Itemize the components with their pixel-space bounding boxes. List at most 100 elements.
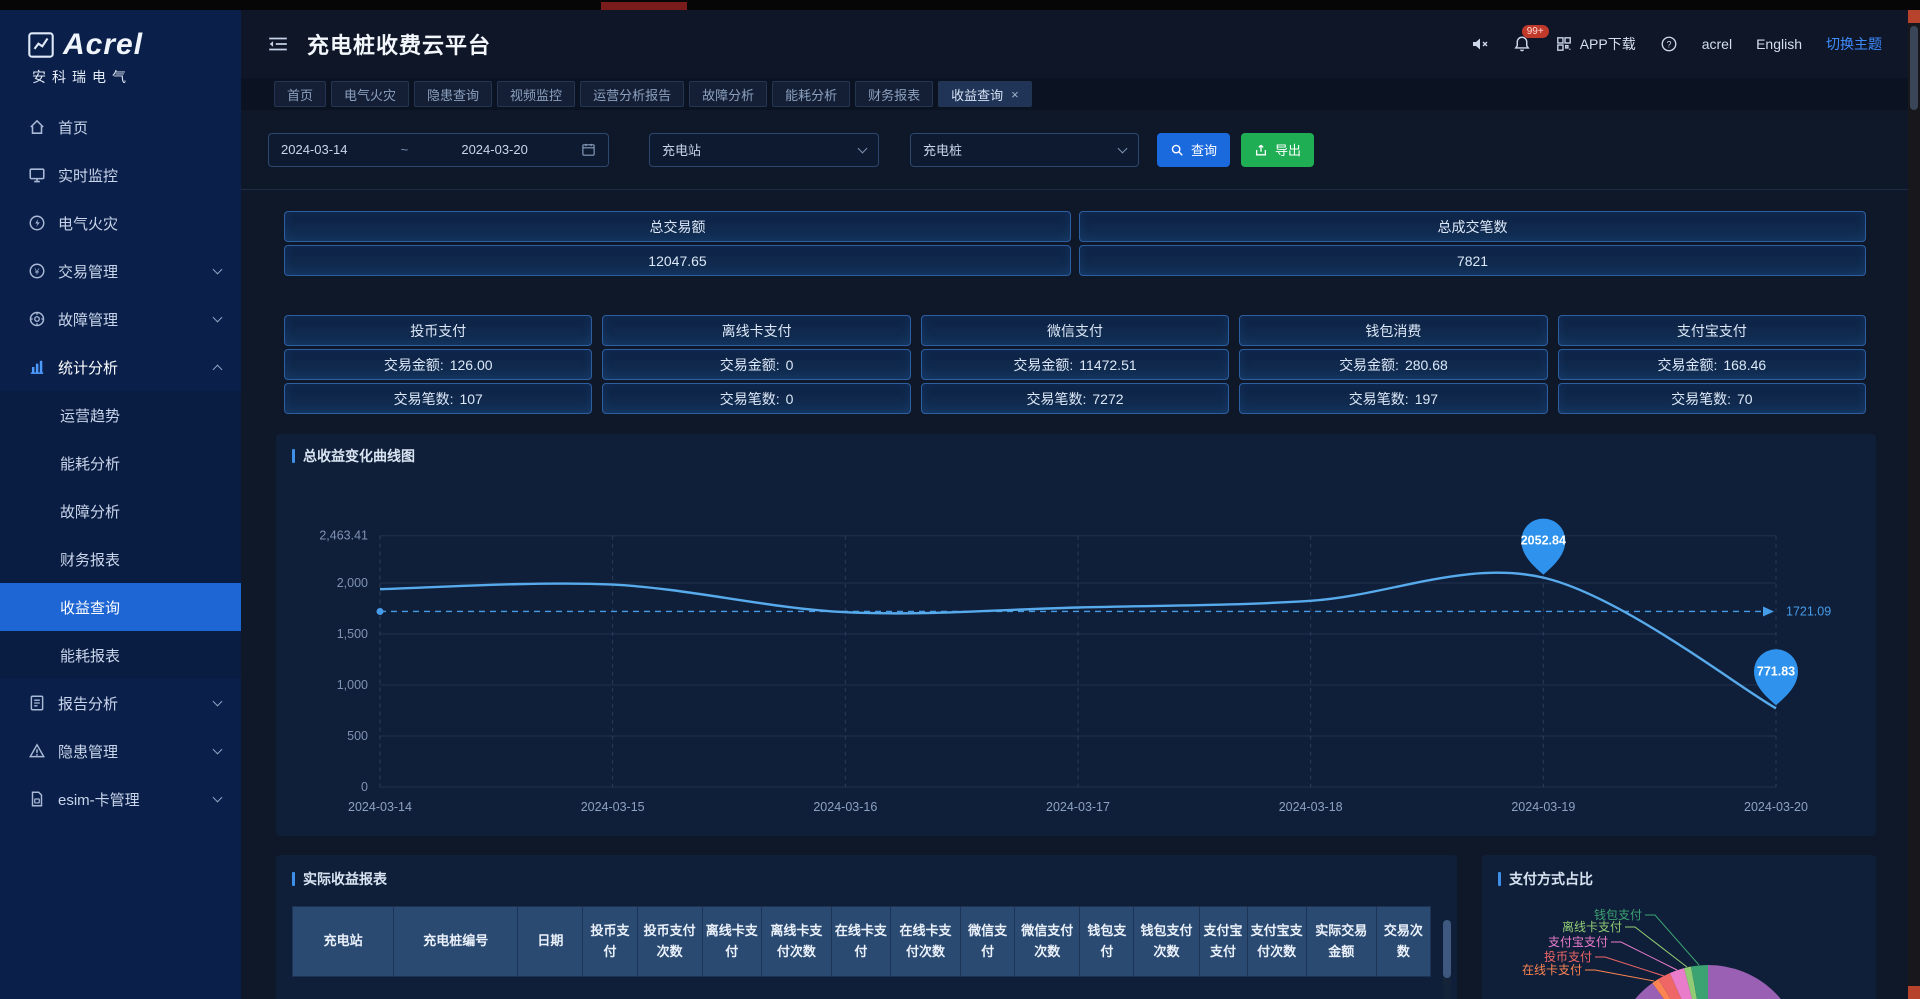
tab-隐患查询[interactable]: 隐患查询: [414, 81, 492, 107]
station-select[interactable]: 充电站: [649, 133, 879, 167]
home-icon: [28, 118, 46, 136]
sidebar-subitem-财务报表[interactable]: 财务报表: [0, 535, 241, 583]
amount-label: 交易金额:: [1013, 355, 1073, 375]
svg-text:1,000: 1,000: [337, 678, 368, 692]
svg-text:2024-03-20: 2024-03-20: [1744, 800, 1808, 814]
notification-badge: 99+: [1522, 25, 1549, 38]
tab-收益查询[interactable]: 收益查询×: [938, 81, 1032, 107]
page-scrollbar-thumb[interactable]: [1910, 26, 1918, 110]
payment-count: 交易笔数:107: [284, 383, 592, 414]
collapse-menu-icon[interactable]: [267, 35, 289, 53]
pie-panel-title: 支付方式占比: [1498, 869, 1860, 889]
svg-text:2024-03-15: 2024-03-15: [581, 800, 645, 814]
top-strip-accent: [601, 2, 687, 10]
count-value: 7272: [1092, 391, 1123, 407]
username[interactable]: acrel: [1702, 36, 1732, 52]
top-header: 充电桩收费云平台 99+ APP下载 ? acrel English 切换主题: [241, 10, 1908, 78]
calendar-icon: [581, 142, 596, 157]
sidebar-item-故障管理[interactable]: 故障管理: [0, 295, 241, 343]
language-toggle[interactable]: English: [1756, 36, 1802, 52]
menu-item-label: esim-卡管理: [58, 789, 206, 810]
count-label: 交易笔数:: [1671, 389, 1731, 409]
sidebar-item-首页[interactable]: 首页: [0, 103, 241, 151]
tab-电气火灾[interactable]: 电气火灾: [331, 81, 409, 107]
total-amount-value: 12047.65: [284, 245, 1071, 276]
date-separator: ~: [401, 142, 409, 157]
tab-label: 电气火灾: [344, 85, 396, 104]
menu-item-label: 交易管理: [58, 261, 206, 282]
pile-select-value: 充电桩: [923, 140, 962, 159]
page-scrollbar[interactable]: [1908, 10, 1920, 999]
pile-select[interactable]: 充电桩: [910, 133, 1139, 167]
brand-subtitle: 安科瑞电气: [0, 62, 241, 103]
sidebar-item-统计分析[interactable]: 统计分析: [0, 343, 241, 391]
hazard-icon: [28, 742, 46, 760]
sidebar-item-电气火灾[interactable]: 电气火灾: [0, 199, 241, 247]
notifications-button[interactable]: 99+: [1513, 35, 1531, 53]
export-button[interactable]: 导出: [1241, 133, 1314, 167]
column-header-实际交易金额: 实际交易金额: [1306, 907, 1376, 977]
export-button-label: 导出: [1275, 140, 1301, 159]
total-amount-card: 总交易额 12047.65: [284, 211, 1071, 276]
payment-title: 微信支付: [921, 315, 1229, 346]
sidebar-subitem-能耗报表[interactable]: 能耗报表: [0, 631, 241, 679]
payment-title: 离线卡支付: [602, 315, 910, 346]
column-header-支付宝支付: 支付宝支付: [1199, 907, 1247, 977]
tab-运营分析报告[interactable]: 运营分析报告: [580, 81, 684, 107]
tab-首页[interactable]: 首页: [274, 81, 326, 107]
point-marker: 771.83: [1754, 649, 1798, 705]
payment-cards: 投币支付交易金额:126.00交易笔数:107离线卡支付交易金额:0交易笔数:0…: [284, 315, 1866, 414]
help-icon[interactable]: ?: [1660, 35, 1678, 53]
date-end[interactable]: 2024-03-20: [461, 142, 528, 157]
sidebar-subitem-运营趋势[interactable]: 运营趋势: [0, 391, 241, 439]
tab-能耗分析[interactable]: 能耗分析: [772, 81, 850, 107]
payment-count: 交易笔数:0: [602, 383, 910, 414]
tab-label: 隐患查询: [427, 85, 479, 104]
tab-视频监控[interactable]: 视频监控: [497, 81, 575, 107]
table-scrollbar-thumb[interactable]: [1443, 920, 1451, 978]
table-title-text: 实际收益报表: [303, 869, 387, 889]
chevron-down-icon: [213, 745, 223, 755]
tabbar: 首页 电气火灾 隐患查询视频监控运营分析报告故障分析能耗分析财务报表收益查询×: [241, 78, 1908, 110]
date-start[interactable]: 2024-03-14: [281, 142, 348, 157]
column-header-钱包支付: 钱包支付: [1080, 907, 1134, 977]
sidebar-item-报告分析[interactable]: 报告分析: [0, 679, 241, 727]
search-button[interactable]: 查询: [1157, 133, 1230, 167]
sidebar-item-交易管理[interactable]: ¥交易管理: [0, 247, 241, 295]
qr-icon: [1555, 35, 1573, 53]
svg-text:2024-03-17: 2024-03-17: [1046, 800, 1110, 814]
table-header-row: 充电站充电桩编号日期投币支付投币支付次数离线卡支付离线卡支付次数在线卡支付在线卡…: [293, 907, 1431, 977]
column-header-充电桩编号: 充电桩编号: [394, 907, 518, 977]
svg-text:?: ?: [1666, 39, 1671, 49]
payment-pie-chart: 钱包支付离线卡支付支付宝支付投币支付在线卡支付: [1482, 895, 1876, 999]
payment-amount: 交易金额:0: [602, 349, 910, 380]
menu-item-label: 报告分析: [58, 693, 206, 714]
column-header-在线卡支付: 在线卡支付: [831, 907, 890, 977]
sidebar-subitem-收益查询[interactable]: 收益查询: [0, 583, 241, 631]
payment-title-text: 钱包消费: [1365, 321, 1421, 341]
column-header-离线卡支付次数: 离线卡支付次数: [761, 907, 831, 977]
menu-item-label: 运营趋势: [60, 405, 221, 426]
date-range-picker[interactable]: 2024-03-14 ~ 2024-03-20: [268, 133, 609, 167]
sidebar-item-隐患管理[interactable]: 隐患管理: [0, 727, 241, 775]
sidebar-item-esim-卡管理[interactable]: esim-卡管理: [0, 775, 241, 823]
table-scrollbar[interactable]: [1443, 920, 1451, 999]
sidebar-subitem-故障分析[interactable]: 故障分析: [0, 487, 241, 535]
app-download-button[interactable]: APP下载: [1555, 34, 1636, 54]
sidebar-subitem-能耗分析[interactable]: 能耗分析: [0, 439, 241, 487]
menu-item-label: 能耗报表: [60, 645, 221, 666]
tab-故障分析[interactable]: 故障分析: [689, 81, 767, 107]
column-header-微信支付: 微信支付: [961, 907, 1015, 977]
svg-text:771.83: 771.83: [1757, 664, 1795, 678]
column-header-日期: 日期: [518, 907, 583, 977]
volume-muted-icon[interactable]: [1471, 35, 1489, 53]
tab-label: 首页: [287, 85, 313, 104]
chevron-down-icon: [213, 265, 223, 275]
sidebar-item-实时监控[interactable]: 实时监控: [0, 151, 241, 199]
close-icon[interactable]: ×: [1011, 88, 1019, 101]
brand-name: Acrel: [63, 28, 143, 62]
theme-switch-link[interactable]: 切换主题: [1826, 34, 1882, 54]
tab-财务报表[interactable]: 财务报表: [855, 81, 933, 107]
sim-card-icon: [28, 790, 46, 808]
column-header-交易次数: 交易次数: [1376, 907, 1430, 977]
